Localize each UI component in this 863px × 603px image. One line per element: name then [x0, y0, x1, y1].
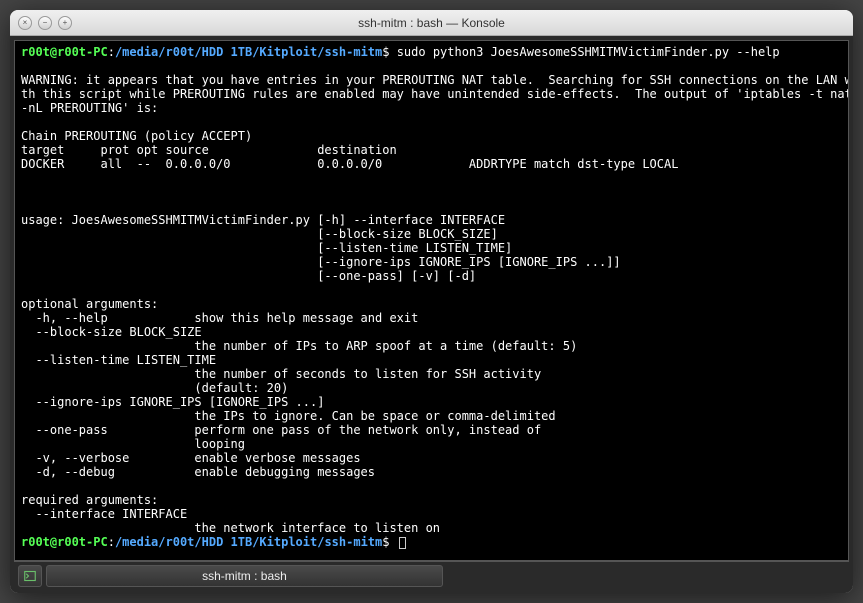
- prompt-colon-2: :: [108, 535, 115, 549]
- prompt-colon: :: [108, 45, 115, 59]
- tab-label: ssh-mitm : bash: [202, 569, 287, 583]
- close-button[interactable]: ×: [18, 16, 32, 30]
- new-tab-button[interactable]: [18, 565, 42, 587]
- maximize-button[interactable]: +: [58, 16, 72, 30]
- prompt-user-host-2: r00t@r00t-PC: [21, 535, 108, 549]
- prompt-user-host: r00t@r00t-PC: [21, 45, 108, 59]
- cursor-icon: [399, 537, 406, 549]
- tab-ssh-mitm[interactable]: ssh-mitm : bash: [46, 565, 443, 587]
- prompt-path: /media/r00t/HDD 1TB/Kitploit/ssh-mitm: [115, 45, 382, 59]
- command-2: [389, 535, 396, 549]
- terminal-output: WARNING: it appears that you have entrie…: [21, 73, 849, 535]
- prompt-path-2: /media/r00t/HDD 1TB/Kitploit/ssh-mitm: [115, 535, 382, 549]
- konsole-window: × − + ssh-mitm : bash — Konsole r00t@r00…: [10, 10, 853, 593]
- window-title: ssh-mitm : bash — Konsole: [358, 16, 505, 30]
- titlebar[interactable]: × − + ssh-mitm : bash — Konsole: [10, 10, 853, 36]
- terminal[interactable]: r00t@r00t-PC:/media/r00t/HDD 1TB/Kitploi…: [14, 40, 849, 561]
- window-controls: × − +: [18, 16, 72, 30]
- terminal-wrap: r00t@r00t-PC:/media/r00t/HDD 1TB/Kitploi…: [10, 36, 853, 593]
- terminal-icon: [24, 570, 36, 582]
- minimize-button[interactable]: −: [38, 16, 52, 30]
- command-1: sudo python3 JoesAwesomeSSHMITMVictimFin…: [389, 45, 779, 59]
- tab-bar: ssh-mitm : bash: [14, 561, 849, 589]
